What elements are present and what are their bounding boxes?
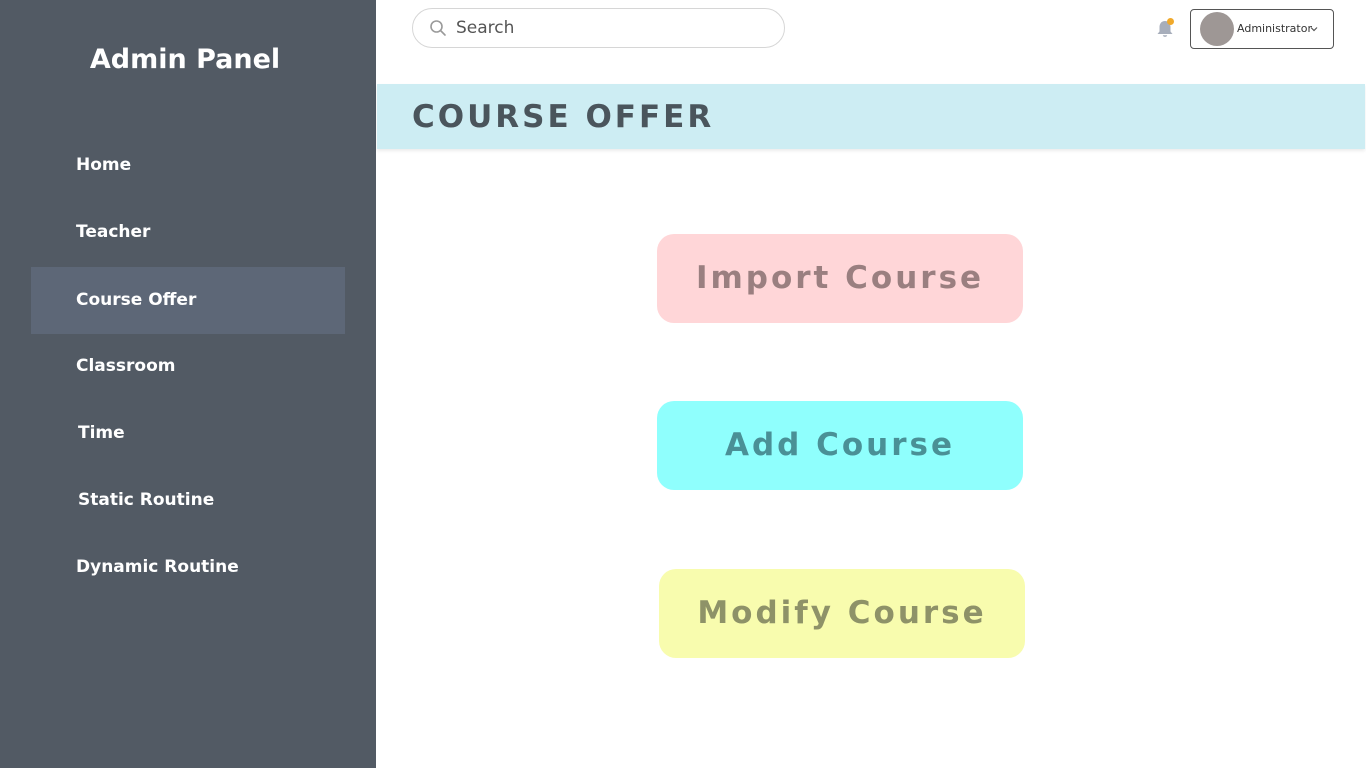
notification-badge xyxy=(1167,18,1174,25)
search-input[interactable] xyxy=(456,13,766,43)
sidebar-item-time[interactable]: Time xyxy=(31,400,345,467)
sidebar-item-home[interactable]: Home xyxy=(31,132,345,199)
chevron-down-icon xyxy=(1310,27,1318,32)
add-course-button[interactable]: Add Course xyxy=(657,401,1023,490)
modify-course-button[interactable]: Modify Course xyxy=(659,569,1025,658)
page-header-banner: COURSE OFFER xyxy=(377,84,1365,149)
sidebar-item-dynamic-routine[interactable]: Dynamic Routine xyxy=(31,534,345,601)
brand-title: Admin Panel xyxy=(89,44,281,75)
avatar xyxy=(1200,12,1234,46)
user-name: Administrator xyxy=(1237,22,1312,35)
sidebar: Admin Panel Home Teacher Course Offer Cl… xyxy=(0,0,376,768)
user-menu[interactable]: Administrator xyxy=(1190,9,1334,49)
sidebar-item-course-offer[interactable]: Course Offer xyxy=(31,267,345,334)
search-icon xyxy=(430,20,446,36)
import-course-button[interactable]: Import Course xyxy=(657,234,1023,323)
sidebar-item-teacher[interactable]: Teacher xyxy=(31,199,345,266)
sidebar-item-classroom[interactable]: Classroom xyxy=(31,333,345,400)
sidebar-item-static-routine[interactable]: Static Routine xyxy=(31,467,345,534)
search-bar xyxy=(412,8,785,48)
page-title: COURSE OFFER xyxy=(412,99,715,135)
